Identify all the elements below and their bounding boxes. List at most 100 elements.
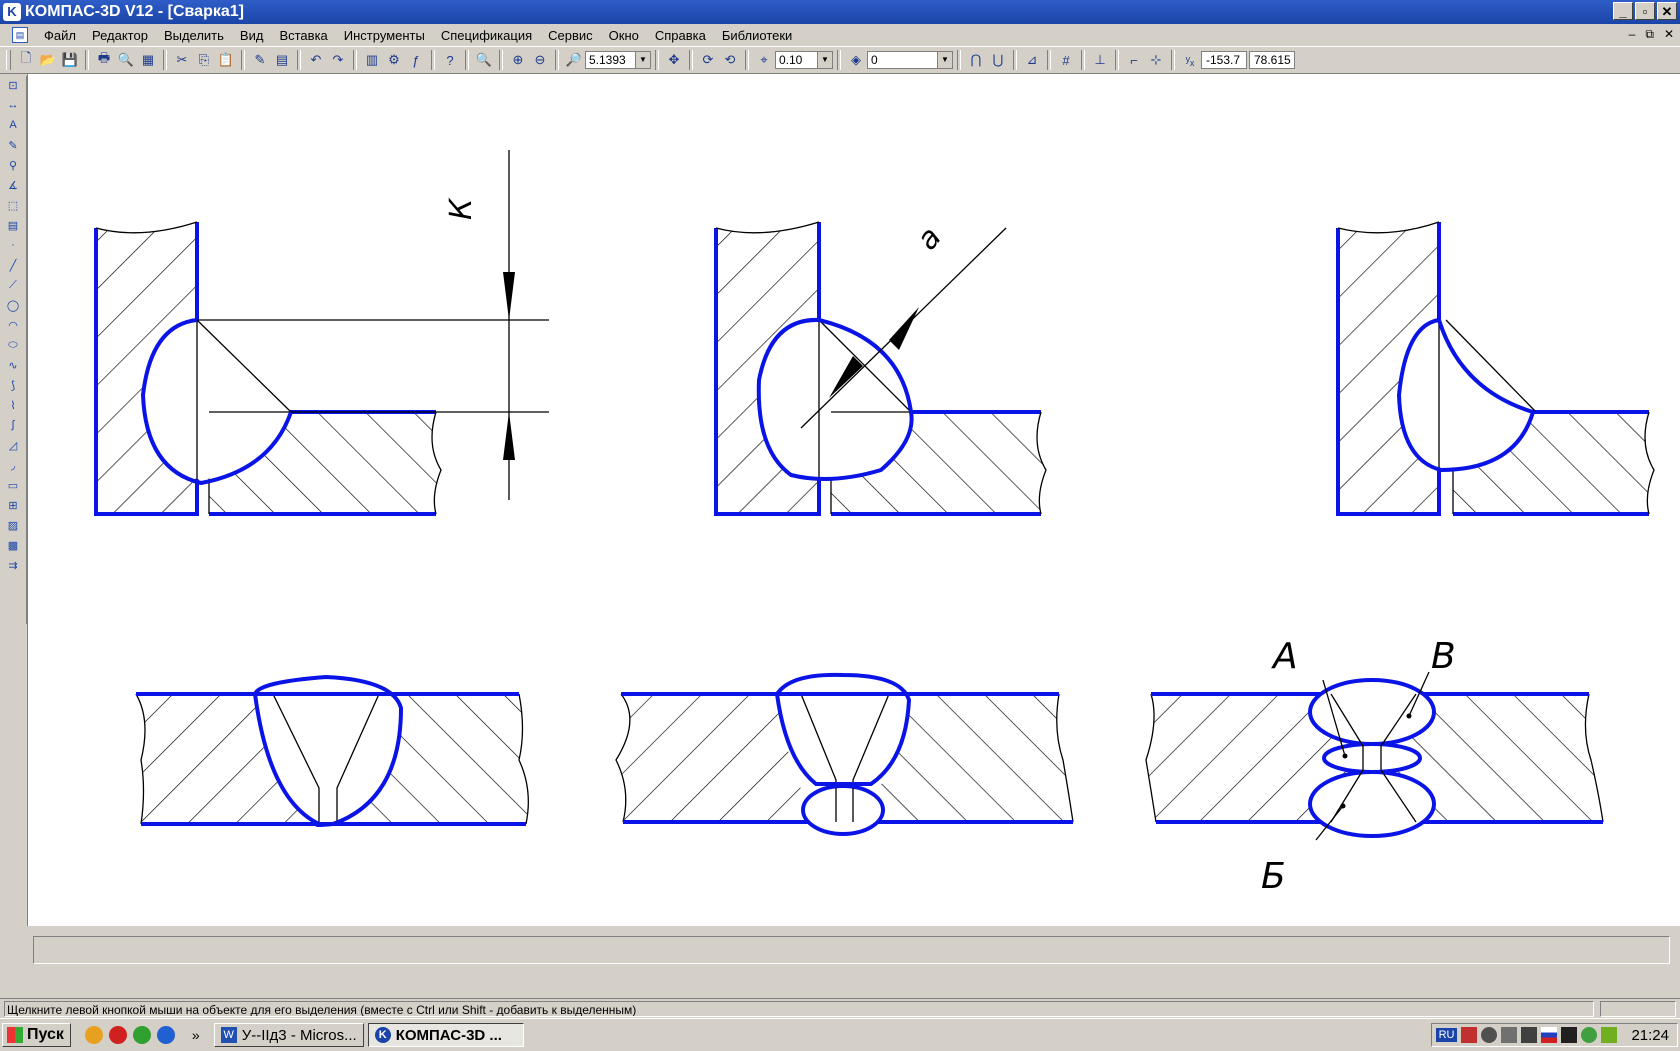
menu-view[interactable]: Вид xyxy=(232,28,272,43)
dimensions-icon[interactable]: ↔ xyxy=(4,97,22,113)
hatch-icon[interactable]: ▨ xyxy=(4,517,22,533)
minimize-button[interactable]: _ xyxy=(1613,2,1633,20)
step-combo[interactable]: 0.10 ▼ xyxy=(775,51,833,69)
menu-file[interactable]: Файл xyxy=(36,28,84,43)
update-icon[interactable] xyxy=(1581,1027,1598,1043)
circle-icon[interactable]: ◯ xyxy=(4,297,22,313)
print-preview-icon[interactable]: 🔍 xyxy=(115,49,137,71)
maximize-button[interactable]: ▫ xyxy=(1635,2,1655,20)
print-icon[interactable]: 🖶 xyxy=(93,49,115,71)
line-icon[interactable]: ╱ xyxy=(4,257,22,273)
quicklaunch-more[interactable]: » xyxy=(192,1027,200,1043)
open-folder-icon[interactable]: 📂 xyxy=(37,49,59,71)
menu-edit[interactable]: Редактор xyxy=(84,28,156,43)
chevron-down-icon[interactable]: ▼ xyxy=(817,52,832,68)
zoom-out-icon[interactable]: ⊖ xyxy=(529,49,551,71)
coords-toggle-icon[interactable]: ⊹ xyxy=(1145,49,1167,71)
layer-combo[interactable]: 0 ▼ xyxy=(867,51,953,69)
fillet-icon[interactable]: ◞ xyxy=(4,457,22,473)
butt-joint-2[interactable] xyxy=(615,672,1074,836)
library-icon[interactable]: ⚙ xyxy=(383,49,405,71)
layer-icon[interactable]: ◈ xyxy=(845,49,867,71)
sheet-icon[interactable]: ▤ xyxy=(271,49,293,71)
polyline-icon[interactable]: ⟆ xyxy=(4,377,22,393)
terminal-icon[interactable] xyxy=(1561,1027,1578,1043)
spec-icon[interactable]: ▤ xyxy=(4,217,22,233)
refresh-icon[interactable]: ⟳ xyxy=(697,49,719,71)
doc-restore-button[interactable]: ⧉ xyxy=(1645,27,1654,42)
cut-icon[interactable]: ✂ xyxy=(171,49,193,71)
undo-icon[interactable]: ↶ xyxy=(305,49,327,71)
contour-icon[interactable]: ⌇ xyxy=(4,397,22,413)
preview-icon[interactable]: ▦ xyxy=(137,49,159,71)
drawing-canvas[interactable]: К а А В Б xyxy=(27,74,1680,926)
fill-icon[interactable]: ▩ xyxy=(4,537,22,553)
fillet-joint-1[interactable]: К xyxy=(94,150,549,516)
menu-help[interactable]: Справка xyxy=(647,28,714,43)
fillet-joint-3[interactable] xyxy=(1336,221,1655,516)
quicklaunch-app-icon[interactable] xyxy=(84,1026,103,1044)
layers-icon[interactable]: ▥ xyxy=(361,49,383,71)
monitor-icon[interactable] xyxy=(1521,1027,1538,1043)
snap-local-icon[interactable]: ⋃ xyxy=(987,49,1009,71)
snap-magnet-icon[interactable]: ⋂ xyxy=(965,49,987,71)
properties-field[interactable] xyxy=(33,936,1670,964)
zoom-window-icon[interactable]: 🔍 xyxy=(473,49,495,71)
toolbar-grip[interactable] xyxy=(6,50,11,70)
document-icon[interactable]: ▤ xyxy=(12,27,28,43)
help-pointer-icon[interactable]: ? xyxy=(439,49,461,71)
task-kompas[interactable]: K КОМПАС-3D ... xyxy=(367,1023,524,1047)
properties-icon[interactable]: ✎ xyxy=(249,49,271,71)
menu-specification[interactable]: Спецификация xyxy=(433,28,540,43)
local-cs-icon[interactable]: ⊥ xyxy=(1089,49,1111,71)
nvidia-icon[interactable] xyxy=(1601,1027,1618,1043)
settings-tray-icon[interactable] xyxy=(1501,1027,1518,1043)
butt-joint-3[interactable]: А В Б xyxy=(1145,636,1604,897)
measure-icon[interactable]: ∡ xyxy=(4,177,22,193)
doc-minimize-button[interactable]: – xyxy=(1629,27,1636,42)
menu-insert[interactable]: Вставка xyxy=(271,28,335,43)
utorrent-icon[interactable] xyxy=(132,1026,151,1044)
security-icon[interactable] xyxy=(1481,1027,1498,1043)
menu-service[interactable]: Сервис xyxy=(540,28,601,43)
selection-icon[interactable]: ⬚ xyxy=(4,197,22,213)
spline-icon[interactable]: ∿ xyxy=(4,357,22,373)
menu-window[interactable]: Окно xyxy=(601,28,647,43)
step-cursor-icon[interactable]: ⌖ xyxy=(753,49,775,71)
paste-icon[interactable]: 📋 xyxy=(215,49,237,71)
bezier-icon[interactable]: ∫ xyxy=(4,417,22,433)
pan-icon[interactable]: ✥ xyxy=(663,49,685,71)
grid-icon[interactable]: # xyxy=(1055,49,1077,71)
network-icon[interactable] xyxy=(1461,1027,1478,1043)
task-word-document[interactable]: W У--IIд3 - Micros... xyxy=(213,1023,364,1047)
doc-close-button[interactable]: ✕ xyxy=(1664,27,1674,42)
menu-libraries[interactable]: Библиотеки xyxy=(714,28,800,43)
flag-icon[interactable] xyxy=(1541,1027,1558,1043)
point-icon[interactable]: · xyxy=(4,237,22,253)
opera-icon[interactable] xyxy=(108,1026,127,1044)
ortho-icon[interactable]: ⊿ xyxy=(1021,49,1043,71)
zoom-in-icon[interactable]: ⊕ xyxy=(507,49,529,71)
butt-joint-1[interactable] xyxy=(135,674,529,827)
start-button[interactable]: Пуск xyxy=(2,1023,71,1047)
geometry-icon[interactable]: ⊡ xyxy=(4,77,22,93)
zoom-scale-icon[interactable]: 🔎 xyxy=(563,49,585,71)
rectangle-icon[interactable]: ▭ xyxy=(4,477,22,493)
parametrization-icon[interactable]: ⚲ xyxy=(4,157,22,173)
internet-explorer-icon[interactable] xyxy=(156,1026,175,1044)
copy-icon[interactable]: ⎘ xyxy=(193,49,215,71)
ellipse-icon[interactable]: ⬭ xyxy=(4,337,22,353)
segment-icon[interactable]: ⟋ xyxy=(4,277,22,293)
chevron-down-icon[interactable]: ▼ xyxy=(635,52,650,68)
coord-y-field[interactable]: 78.615 xyxy=(1249,51,1295,69)
equidistant-icon[interactable]: ⇉ xyxy=(4,557,22,573)
redo-icon[interactable]: ↷ xyxy=(327,49,349,71)
close-button[interactable]: ✕ xyxy=(1657,2,1677,20)
auxiliary-icon[interactable]: ⊞ xyxy=(4,497,22,513)
designations-icon[interactable]: A xyxy=(4,117,22,133)
language-indicator[interactable]: RU xyxy=(1435,1028,1458,1042)
menu-tools[interactable]: Инструменты xyxy=(336,28,433,43)
zoom-combo[interactable]: 5.1393 ▼ xyxy=(585,51,651,69)
fillet-joint-2[interactable]: а xyxy=(714,220,1047,516)
coord-x-field[interactable]: -153.7 xyxy=(1201,51,1247,69)
